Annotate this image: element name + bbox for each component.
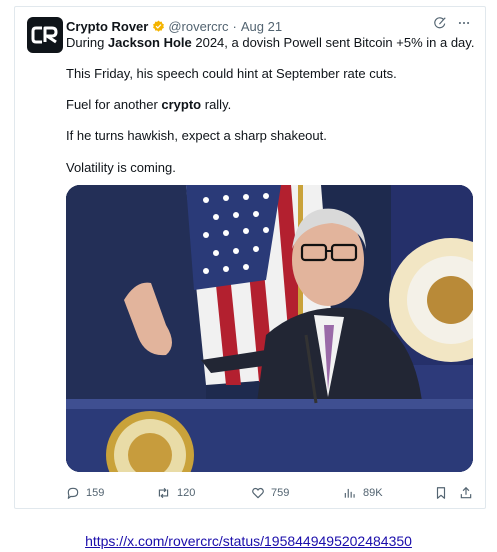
views-icon [344, 488, 355, 498]
tweet-text-line-3: Fuel for another crypto rally. [66, 96, 231, 113]
reply-button[interactable]: 159 [66, 484, 104, 502]
bookmark-button[interactable] [434, 484, 448, 502]
tweet-date[interactable]: Aug 21 [241, 19, 282, 34]
author-name[interactable]: Crypto Rover [66, 19, 148, 34]
views-count: 89K [363, 487, 383, 499]
source-link[interactable]: https://x.com/rovercrc/status/1958449495… [0, 533, 497, 549]
like-icon [252, 487, 264, 499]
share-button[interactable] [459, 484, 473, 502]
bold-text: Jackson Hole [107, 35, 192, 50]
repost-icon [158, 487, 169, 499]
tweet-text-line-1: During Jackson Hole 2024, a dovish Powel… [66, 34, 474, 51]
repost-button[interactable]: 120 [156, 484, 195, 502]
repost-count: 120 [177, 487, 196, 499]
verified-badge-icon [152, 20, 165, 33]
like-count: 759 [271, 487, 290, 499]
grok-icon[interactable] [433, 16, 447, 30]
tweet-text-line-2: This Friday, his speech could hint at Se… [66, 66, 397, 81]
text-span: rally. [201, 97, 232, 112]
podium [66, 399, 473, 472]
like-button[interactable]: 759 [251, 484, 289, 502]
tweet-text-line-4: If he turns hawkish, expect a sharp shak… [66, 128, 327, 143]
share-icon [460, 486, 472, 499]
tweet-header: Crypto Rover @rovercrc · Aug 21 [66, 17, 282, 35]
more-icon[interactable] [457, 16, 471, 30]
reply-icon [67, 487, 79, 499]
tweet-photo[interactable] [66, 185, 473, 472]
author-avatar[interactable] [27, 17, 63, 53]
views-button[interactable]: 89K [343, 484, 383, 502]
header-actions [433, 16, 471, 30]
crypto-rover-logo [31, 26, 58, 44]
tweet-actions: 159 120 759 89K [66, 484, 476, 504]
bold-text: crypto [161, 97, 202, 112]
reply-count: 159 [86, 487, 105, 499]
text-span: 2024, a dovish Powell sent Bitcoin +5% i… [191, 35, 475, 50]
separator: · [232, 18, 237, 34]
text-span: Fuel for another [66, 97, 162, 112]
text-span: During [66, 35, 108, 50]
author-handle[interactable]: @rovercrc [168, 19, 228, 34]
bookmark-icon [436, 487, 446, 499]
tweet-text-line-5: Volatility is coming. [66, 160, 176, 175]
tweet-card[interactable]: Crypto Rover @rovercrc · Aug 21 During J… [14, 6, 486, 509]
